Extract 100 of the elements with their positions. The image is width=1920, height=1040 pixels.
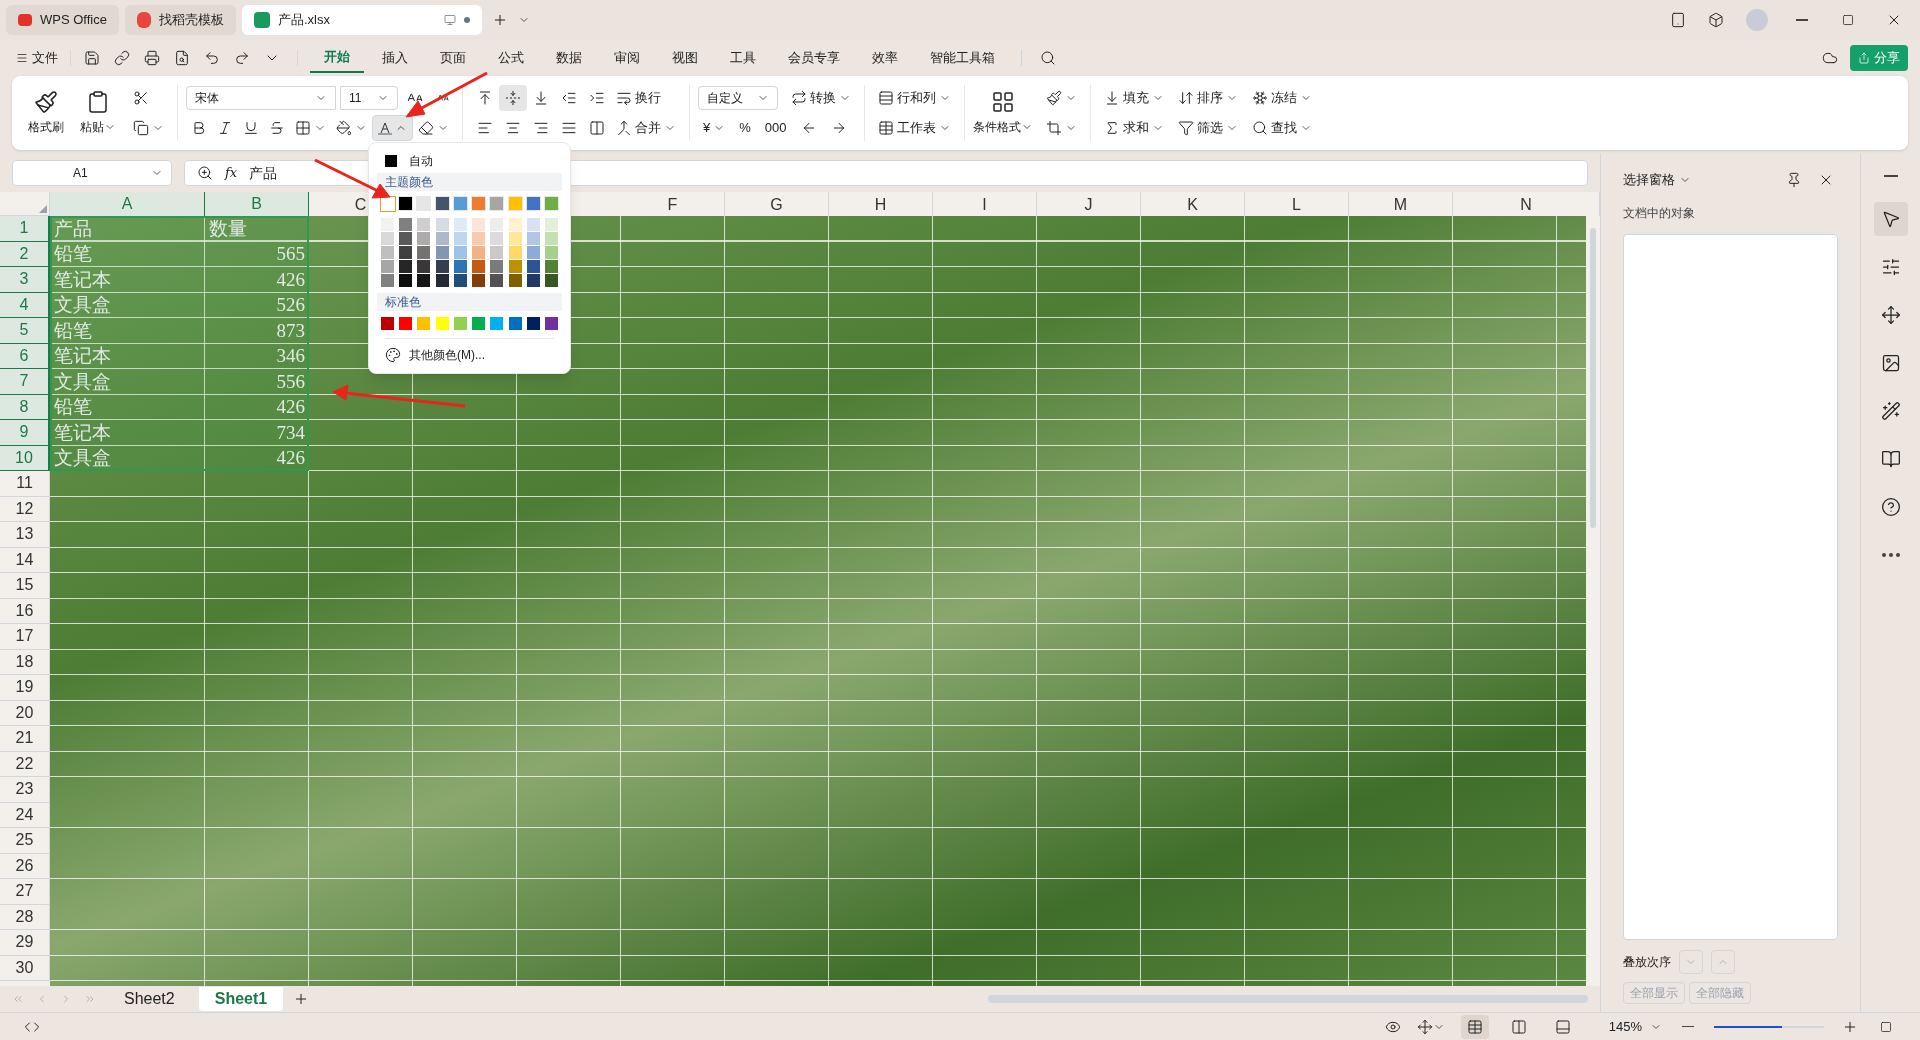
column-header[interactable]: G: [725, 192, 829, 218]
column-header[interactable]: K: [1141, 192, 1245, 218]
sheet-tab[interactable]: Sheet1: [198, 987, 284, 1011]
row-header[interactable]: 4: [0, 292, 50, 318]
row-header[interactable]: 1: [0, 216, 50, 242]
row-header[interactable]: 25: [0, 828, 50, 854]
tab-label: 产品.xlsx: [277, 11, 331, 30]
pane-subtitle: 文档中的对象: [1623, 205, 1696, 222]
row-header[interactable]: 29: [0, 930, 50, 956]
table-cell-text: 426: [275, 446, 306, 470]
row-header[interactable]: 5: [0, 318, 50, 344]
column-header[interactable]: H: [829, 192, 933, 218]
tool-button[interactable]: 填充: [1099, 85, 1169, 111]
ribbon-tab[interactable]: 公式: [484, 43, 538, 73]
file-menu-button[interactable]: 文件: [12, 48, 62, 68]
conditional-format-button[interactable]: 条件格式: [973, 90, 1033, 136]
row-header[interactable]: 27: [0, 879, 50, 905]
column-header[interactable]: L: [1245, 192, 1349, 218]
row-header[interactable]: 24: [0, 802, 50, 828]
row-header[interactable]: 7: [0, 369, 50, 395]
font-name-dropdown[interactable]: 宋体: [186, 86, 336, 110]
row-header[interactable]: 19: [0, 675, 50, 701]
order-label: 叠放次序: [1623, 954, 1671, 971]
row-header[interactable]: 10: [0, 445, 50, 471]
table-cell-text: 346: [275, 344, 306, 368]
thousands-button[interactable]: 000: [759, 115, 792, 141]
tab-label: 找稻壳模板: [158, 11, 224, 30]
ribbon-tab[interactable]: 会员专享: [774, 43, 854, 73]
sheet-tab[interactable]: Sheet2: [108, 987, 191, 1011]
row-header[interactable]: 14: [0, 547, 50, 573]
row-header[interactable]: 11: [0, 471, 50, 497]
column-header[interactable]: F: [621, 192, 725, 218]
table-cell-text: 产品: [53, 216, 93, 241]
tool-button[interactable]: 求和: [1099, 115, 1169, 141]
row-header[interactable]: 26: [0, 853, 50, 879]
row-header[interactable]: 30: [0, 955, 50, 981]
tab-label: WPS Office: [40, 11, 107, 30]
row-header[interactable]: 18: [0, 649, 50, 675]
row-header[interactable]: 23: [0, 777, 50, 803]
paste-button[interactable]: 粘贴: [76, 90, 120, 136]
font-size-dropdown[interactable]: 11: [340, 86, 398, 110]
row-header[interactable]: 21: [0, 726, 50, 752]
row-header[interactable]: 15: [0, 573, 50, 599]
table-cell-text: 铅笔: [53, 318, 93, 343]
tool-button[interactable]: 排序: [1173, 85, 1243, 111]
row-header[interactable]: 12: [0, 496, 50, 522]
column-header[interactable]: J: [1037, 192, 1141, 218]
tool-button[interactable]: 查找: [1247, 115, 1317, 141]
window-tab[interactable]: 找稻壳模板: [124, 5, 236, 35]
ribbon-tab[interactable]: 审阅: [600, 43, 654, 73]
table-cell-text: 笔记本: [53, 267, 112, 292]
section-heading: 主题颜色: [377, 173, 562, 191]
tool-button[interactable]: 冻结: [1247, 85, 1317, 111]
ribbon-tab[interactable]: 智能工具箱: [916, 43, 1009, 73]
row-header[interactable]: 8: [0, 394, 50, 420]
row-header[interactable]: 9: [0, 420, 50, 446]
convert-button[interactable]: 转换: [786, 85, 856, 111]
tool-button[interactable]: 筛选: [1173, 115, 1243, 141]
row-header[interactable]: 17: [0, 624, 50, 650]
row-header[interactable]: 28: [0, 904, 50, 930]
format-painter-button[interactable]: 格式刷: [24, 90, 68, 136]
row-header[interactable]: 13: [0, 522, 50, 548]
window-tab[interactable]: 产品.xlsx: [241, 5, 482, 35]
ribbon-tab[interactable]: 开始: [310, 43, 364, 73]
rows-columns-button[interactable]: 行和列: [873, 85, 956, 111]
row-header[interactable]: 2: [0, 241, 50, 267]
column-header[interactable]: I: [933, 192, 1037, 218]
ribbon-tab[interactable]: 效率: [858, 43, 912, 73]
more-colors-option[interactable]: 其他颜色(M)...: [377, 345, 562, 365]
merge-button[interactable]: 合并: [611, 115, 681, 141]
currency-button[interactable]: ¥: [698, 115, 731, 141]
window-tab[interactable]: WPS Office: [6, 5, 119, 35]
ribbon-tab[interactable]: 插入: [368, 43, 422, 73]
table-cell-text: 556: [275, 369, 306, 394]
name-box[interactable]: A1: [12, 160, 172, 186]
column-header[interactable]: M: [1349, 192, 1453, 218]
row-header[interactable]: 16: [0, 598, 50, 624]
table-cell-text: 铅笔: [53, 242, 93, 266]
ribbon-tab[interactable]: 页面: [426, 43, 480, 73]
table-cell-text: 文具盒: [53, 369, 112, 394]
table-cell-text: 526: [275, 293, 306, 317]
row-header[interactable]: 22: [0, 751, 50, 777]
column-header[interactable]: A: [50, 192, 205, 218]
table-cell-text: 笔记本: [53, 344, 112, 368]
ribbon-tab[interactable]: 工具: [716, 43, 770, 73]
percent-button[interactable]: %: [734, 115, 756, 141]
table-cell-text: 文具盒: [53, 293, 112, 317]
column-header[interactable]: B: [205, 192, 309, 218]
row-header[interactable]: 3: [0, 267, 50, 293]
row-header[interactable]: 20: [0, 700, 50, 726]
wrap-text-button[interactable]: 换行: [611, 85, 666, 111]
row-header[interactable]: 6: [0, 343, 50, 369]
table-cell-text: 734: [275, 420, 306, 445]
zoom-dropdown[interactable]: 145%: [1608, 1016, 1662, 1037]
worksheet-button[interactable]: 工作表: [873, 115, 956, 141]
pane-title-button[interactable]: 选择窗格: [1623, 170, 1691, 190]
number-format-dropdown[interactable]: 自定义: [698, 86, 778, 110]
ribbon-tab[interactable]: 数据: [542, 43, 596, 73]
ribbon-tab[interactable]: 视图: [658, 43, 712, 73]
table-cell-text: 铅笔: [53, 395, 93, 419]
